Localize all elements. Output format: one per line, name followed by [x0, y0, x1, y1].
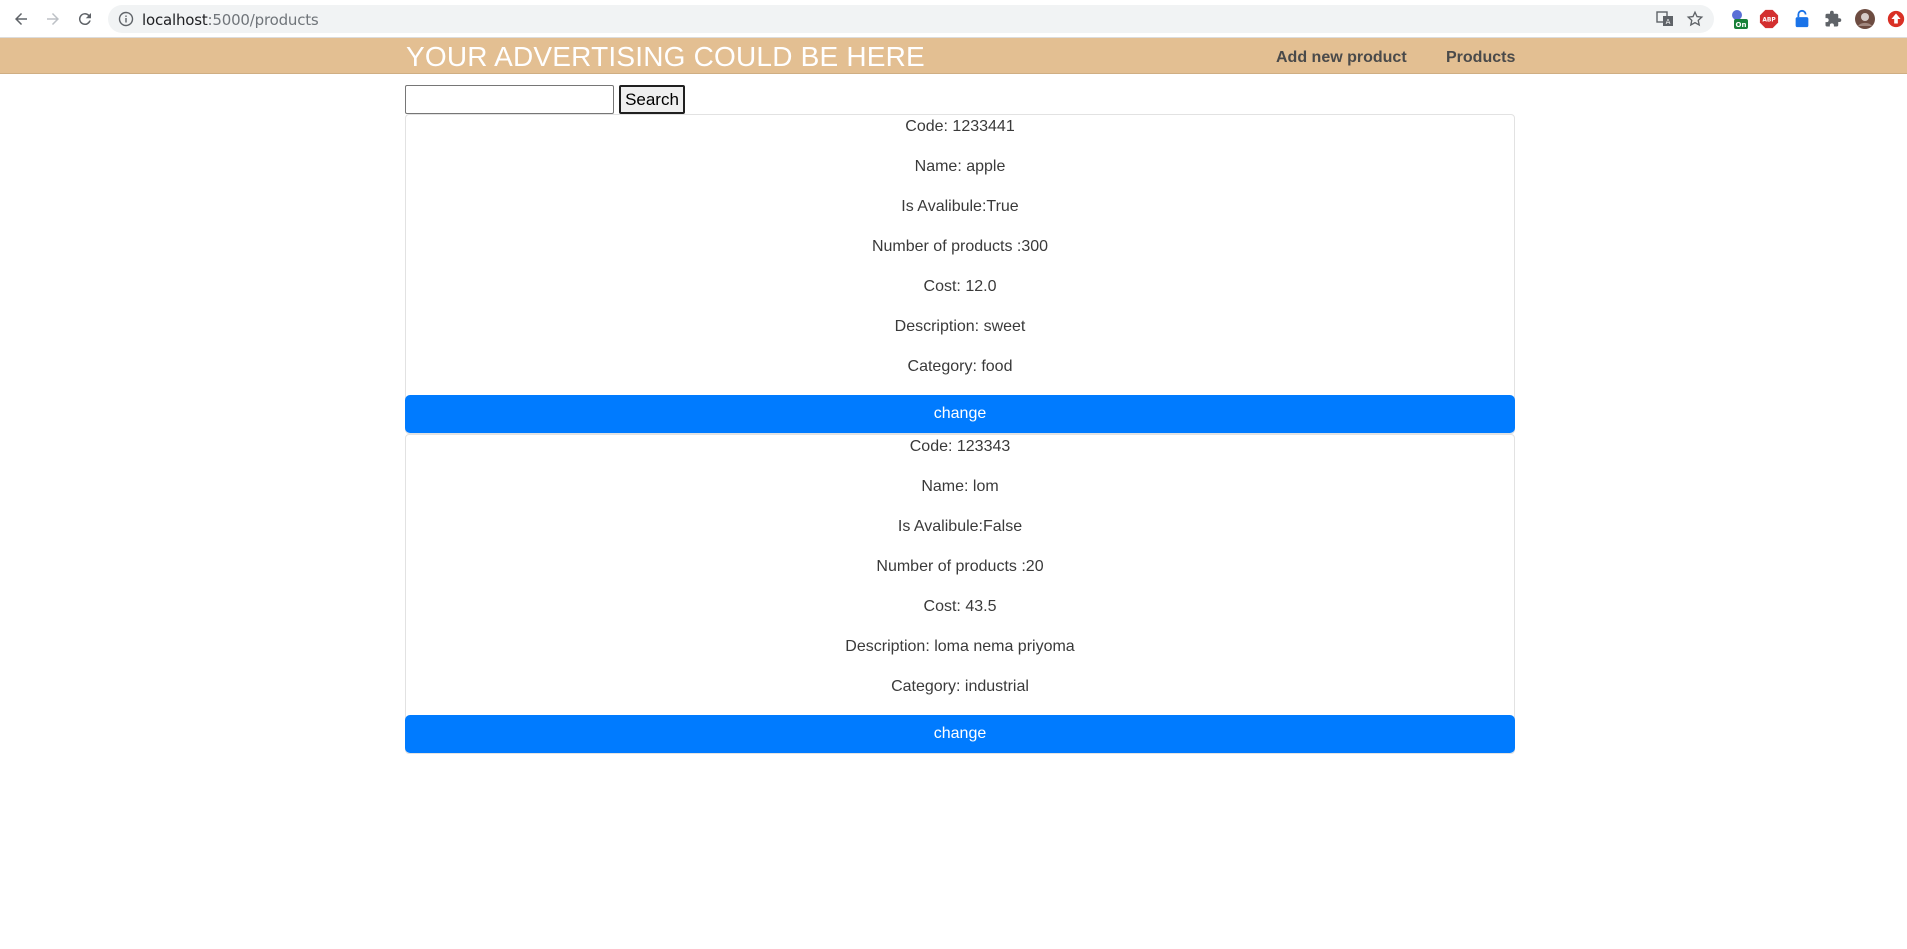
brand-banner[interactable]: YOUR ADVERTISING COULD BE HERE [406, 41, 925, 73]
star-icon[interactable] [1686, 10, 1704, 28]
search-button[interactable]: Search [619, 85, 685, 114]
product-availability: Is Avalibule:True [901, 198, 1019, 215]
product-description: Description: loma nema priyoma [845, 638, 1075, 655]
adblock-icon[interactable]: ABP [1758, 8, 1780, 30]
reload-icon [78, 13, 91, 26]
product-availability: Is Avalibule:False [897, 518, 1023, 535]
product-cost: Cost: 12.0 [923, 278, 997, 295]
avatar[interactable] [1854, 8, 1876, 30]
product-card: Code: 123343 Name: lom Is Avalibule:Fals… [405, 434, 1515, 754]
product-count: Number of products :20 [876, 558, 1044, 575]
product-description: Description: sweet [894, 318, 1026, 335]
lock-extension-icon[interactable] [1791, 8, 1813, 30]
product-details: Code: 1233441 Name: apple Is Avalibule:T… [406, 115, 1514, 395]
back-button[interactable] [10, 8, 32, 30]
product-code: Code: 1233441 [905, 118, 1015, 135]
svg-text:On: On [1736, 21, 1747, 29]
arrow-right-icon [47, 13, 59, 25]
product-card: Code: 1233441 Name: apple Is Avalibule:T… [405, 114, 1515, 434]
browser-toolbar: localhost:5000/products A On ABP [0, 0, 1907, 38]
puzzle-icon[interactable] [1822, 8, 1844, 30]
svg-text:ABP: ABP [1762, 18, 1776, 24]
address-bar[interactable]: localhost:5000/products A [108, 5, 1714, 33]
forward-button[interactable] [42, 8, 64, 30]
change-button[interactable]: change [405, 395, 1515, 433]
url-text[interactable]: localhost:5000/products [142, 11, 319, 29]
arrow-left-icon [15, 13, 27, 25]
url-path: :5000/products [207, 11, 319, 29]
product-count: Number of products :300 [871, 238, 1049, 255]
product-list: Code: 1233441 Name: apple Is Avalibule:T… [405, 114, 1515, 754]
svg-text:A: A [1666, 18, 1671, 26]
translate-icon[interactable]: A [1656, 10, 1674, 28]
change-button[interactable]: change [405, 715, 1515, 753]
site-header: YOUR ADVERTISING COULD BE HERE Add new p… [0, 38, 1907, 74]
nav-products[interactable]: Products [1446, 49, 1515, 67]
product-category: Category: industrial [891, 678, 1029, 695]
product-cost: Cost: 43.5 [923, 598, 997, 615]
product-category: Category: food [907, 358, 1013, 375]
product-details: Code: 123343 Name: lom Is Avalibule:Fals… [406, 435, 1514, 715]
product-name: Name: lom [921, 478, 999, 495]
product-name: Name: apple [914, 158, 1006, 175]
product-code: Code: 123343 [909, 438, 1011, 455]
update-icon[interactable] [1885, 8, 1907, 30]
extension-on-icon[interactable]: On [1728, 8, 1750, 30]
info-icon[interactable] [118, 11, 134, 27]
reload-button[interactable] [74, 8, 96, 30]
url-host: localhost [142, 11, 208, 29]
search-input[interactable] [405, 85, 614, 114]
nav-add-new-product[interactable]: Add new product [1276, 49, 1407, 67]
